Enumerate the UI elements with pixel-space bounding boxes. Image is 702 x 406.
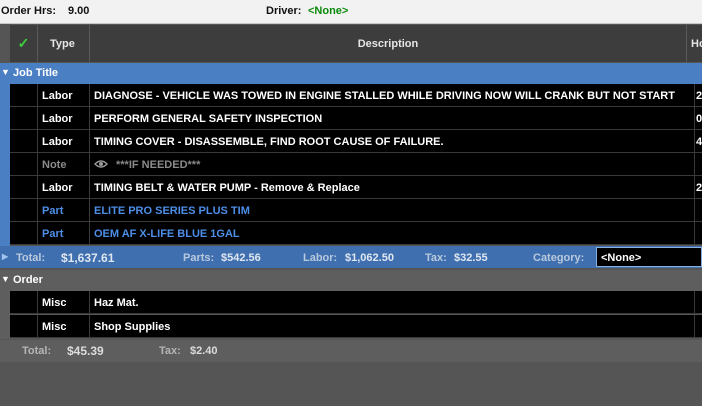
row-hours	[696, 222, 702, 245]
row-type: Misc	[38, 315, 90, 338]
note-text: ***IF NEEDED***	[116, 159, 201, 171]
table-row[interactable]: Misc Shop Supplies	[10, 315, 702, 338]
order-total-label: Total:	[22, 345, 52, 357]
row-hours: 2	[696, 182, 702, 194]
row-description: Haz Mat.	[90, 291, 695, 314]
job-totals-bar: ▶ Total: $1,637.61 Parts: $542.56 Labor:…	[0, 246, 702, 268]
row-select-cell[interactable]	[10, 153, 38, 176]
labor-value: $1,062.50	[345, 252, 394, 264]
table-row[interactable]: Labor TIMING BELT & WATER PUMP - Remove …	[10, 176, 702, 199]
empty-grid-area	[0, 362, 702, 406]
row-hours	[696, 199, 702, 222]
row-description: ELITE PRO SERIES PLUS TIM	[90, 199, 695, 222]
row-hours	[696, 315, 702, 338]
group-header-order[interactable]: ▼ Order	[0, 270, 702, 291]
row-select-cell[interactable]	[10, 176, 38, 199]
column-header-hours[interactable]: Ho	[687, 25, 702, 62]
row-select-cell[interactable]	[10, 291, 38, 314]
row-select-cell[interactable]	[10, 315, 38, 338]
row-hours: 0	[696, 113, 702, 125]
group-indicator-bar	[0, 291, 10, 339]
table-row-part[interactable]: Part ELITE PRO SERIES PLUS TIM	[10, 199, 702, 222]
row-select-cell[interactable]	[10, 130, 38, 153]
category-label: Category:	[533, 252, 585, 264]
labor-label: Labor:	[303, 252, 338, 264]
order-tax-value: $2.40	[190, 345, 218, 357]
table-row[interactable]: Labor DIAGNOSE - VEHICLE WAS TOWED IN EN…	[10, 84, 702, 107]
row-hours: 2	[696, 90, 702, 102]
row-hours	[696, 153, 702, 176]
row-description: TIMING COVER - DISASSEMBLE, FIND ROOT CA…	[90, 130, 695, 153]
row-type: Note	[38, 153, 90, 176]
row-type: Part	[38, 222, 90, 245]
collapse-arrow-icon[interactable]: ▼	[1, 274, 10, 284]
row-select-cell[interactable]	[10, 199, 38, 222]
row-type: Labor	[38, 176, 90, 199]
driver-value[interactable]: <None>	[308, 5, 348, 17]
tax-label: Tax:	[425, 252, 447, 264]
parts-label: Parts:	[183, 252, 215, 264]
category-select[interactable]: <None>	[596, 247, 702, 267]
table-row[interactable]: Misc Haz Mat.	[10, 291, 702, 314]
row-description: PERFORM GENERAL SAFETY INSPECTION	[90, 107, 695, 130]
table-row[interactable]: Labor TIMING COVER - DISASSEMBLE, FIND R…	[10, 130, 702, 153]
tax-value: $32.55	[454, 252, 488, 264]
total-label: Total:	[16, 252, 46, 264]
row-description: TIMING BELT & WATER PUMP - Remove & Repl…	[90, 176, 695, 199]
order-info-bar: Order Hrs: 9.00 Driver: <None>	[0, 0, 702, 24]
row-select-cell[interactable]	[10, 84, 38, 107]
row-type: Part	[38, 199, 90, 222]
order-tax-label: Tax:	[159, 345, 181, 357]
driver-label: Driver:	[266, 5, 302, 17]
table-row[interactable]: Labor PERFORM GENERAL SAFETY INSPECTION …	[10, 107, 702, 130]
table-row-part[interactable]: Part OEM AF X-LIFE BLUE 1GAL	[10, 222, 702, 245]
column-header-type[interactable]: Type	[38, 25, 90, 62]
group-indicator-bar	[0, 84, 10, 246]
parts-value: $542.56	[221, 252, 261, 264]
group-header-job[interactable]: ▼ Job Title	[0, 63, 702, 84]
group-title: Job Title	[13, 67, 59, 79]
row-description: OEM AF X-LIFE BLUE 1GAL	[90, 222, 695, 245]
table-row-note[interactable]: Note ***IF NEEDED***	[10, 153, 702, 176]
collapse-arrow-icon[interactable]: ▼	[1, 67, 10, 77]
row-description: Shop Supplies	[90, 315, 695, 338]
eye-icon[interactable]	[94, 159, 108, 171]
row-description-cell: ***IF NEEDED***	[90, 153, 695, 176]
total-value: $1,637.61	[61, 251, 115, 265]
group-title: Order	[13, 274, 43, 286]
row-select-cell[interactable]	[10, 107, 38, 130]
row-type: Labor	[38, 84, 90, 107]
select-all-check-icon[interactable]: ✓	[10, 25, 38, 62]
row-hours: 4	[696, 136, 702, 148]
row-description: DIAGNOSE - VEHICLE WAS TOWED IN ENGINE S…	[90, 84, 695, 107]
order-hrs-value: 9.00	[68, 5, 90, 17]
group-marker-icon: ▶	[2, 252, 9, 261]
order-total-value: $45.39	[67, 344, 104, 358]
row-type: Misc	[38, 291, 90, 314]
row-hours	[696, 291, 702, 314]
order-hrs-label: Order Hrs:	[1, 5, 57, 17]
row-select-cell[interactable]	[10, 222, 38, 245]
column-header-description[interactable]: Description	[90, 25, 687, 62]
order-totals-bar: Total: $45.39 Tax: $2.40	[0, 340, 702, 362]
row-type: Labor	[38, 130, 90, 153]
grid-header: ✓ Type Description Ho	[10, 25, 702, 62]
row-type: Labor	[38, 107, 90, 130]
